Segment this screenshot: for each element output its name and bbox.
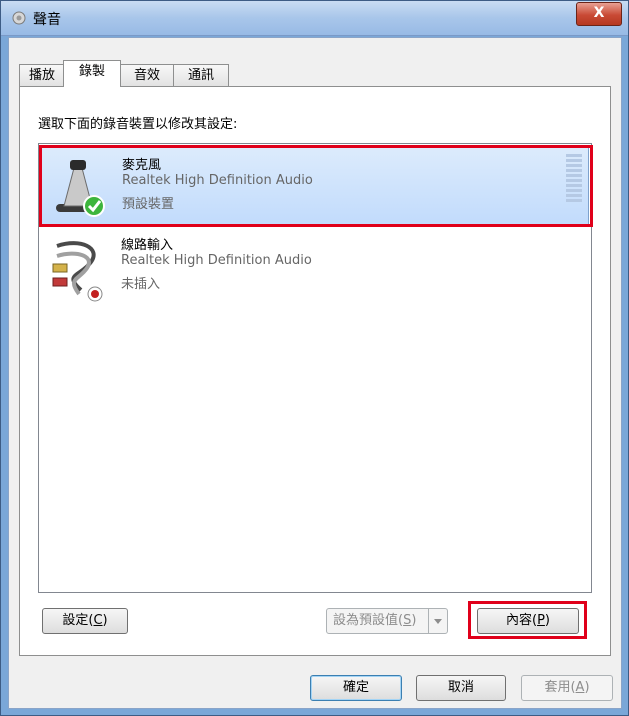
set-default-button[interactable]: 設為預設值(S)	[326, 608, 448, 634]
tab-sounds[interactable]: 音效	[119, 64, 175, 86]
ok-button[interactable]: 確定	[310, 675, 402, 701]
window-title: 聲音	[33, 12, 61, 28]
close-icon: X	[593, 5, 605, 21]
dialog-body: 播放 錄製 音效 通訊 選取下面的錄音裝置以修改其設定: 麥克風 Realtek…	[8, 37, 622, 709]
close-button[interactable]: X	[576, 2, 622, 26]
device-item-line-in[interactable]: 線路輸入 Realtek High Definition Audio 未插入	[41, 228, 589, 308]
speaker-icon	[12, 11, 26, 25]
device-driver: Realtek High Definition Audio	[121, 253, 312, 268]
configure-access-key: C	[93, 613, 103, 628]
set-default-label: 設為預設值(S)	[333, 613, 417, 628]
tab-recording[interactable]: 錄製	[63, 60, 121, 87]
configure-label: 設定	[62, 613, 89, 628]
properties-button-highlight	[468, 601, 587, 639]
apply-access-key: A	[575, 680, 585, 695]
apply-button[interactable]: 套用(A)	[521, 675, 613, 701]
recording-tab-panel: 選取下面的錄音裝置以修改其設定: 麥克風 Realtek High Defini…	[19, 86, 611, 656]
device-name: 線路輸入	[121, 238, 174, 253]
title-bar[interactable]: 聲音 X	[1, 1, 628, 36]
tab-communications[interactable]: 通訊	[173, 64, 229, 86]
cancel-button[interactable]: 取消	[416, 675, 506, 701]
selected-device-highlight	[39, 145, 593, 227]
sound-dialog-window: 聲音 X 播放 錄製 音效 通訊 選取下面的錄音裝置以修改其設定: 麥克風 Re…	[0, 0, 629, 716]
instruction-text: 選取下面的錄音裝置以修改其設定:	[38, 117, 238, 132]
line-in-cable-icon	[52, 241, 103, 302]
configure-button[interactable]: 設定(C)	[42, 608, 128, 634]
apply-label: 套用	[544, 680, 571, 695]
chevron-down-icon[interactable]	[428, 609, 447, 633]
device-status: 未插入	[121, 277, 161, 292]
tab-playback[interactable]: 播放	[19, 64, 65, 86]
